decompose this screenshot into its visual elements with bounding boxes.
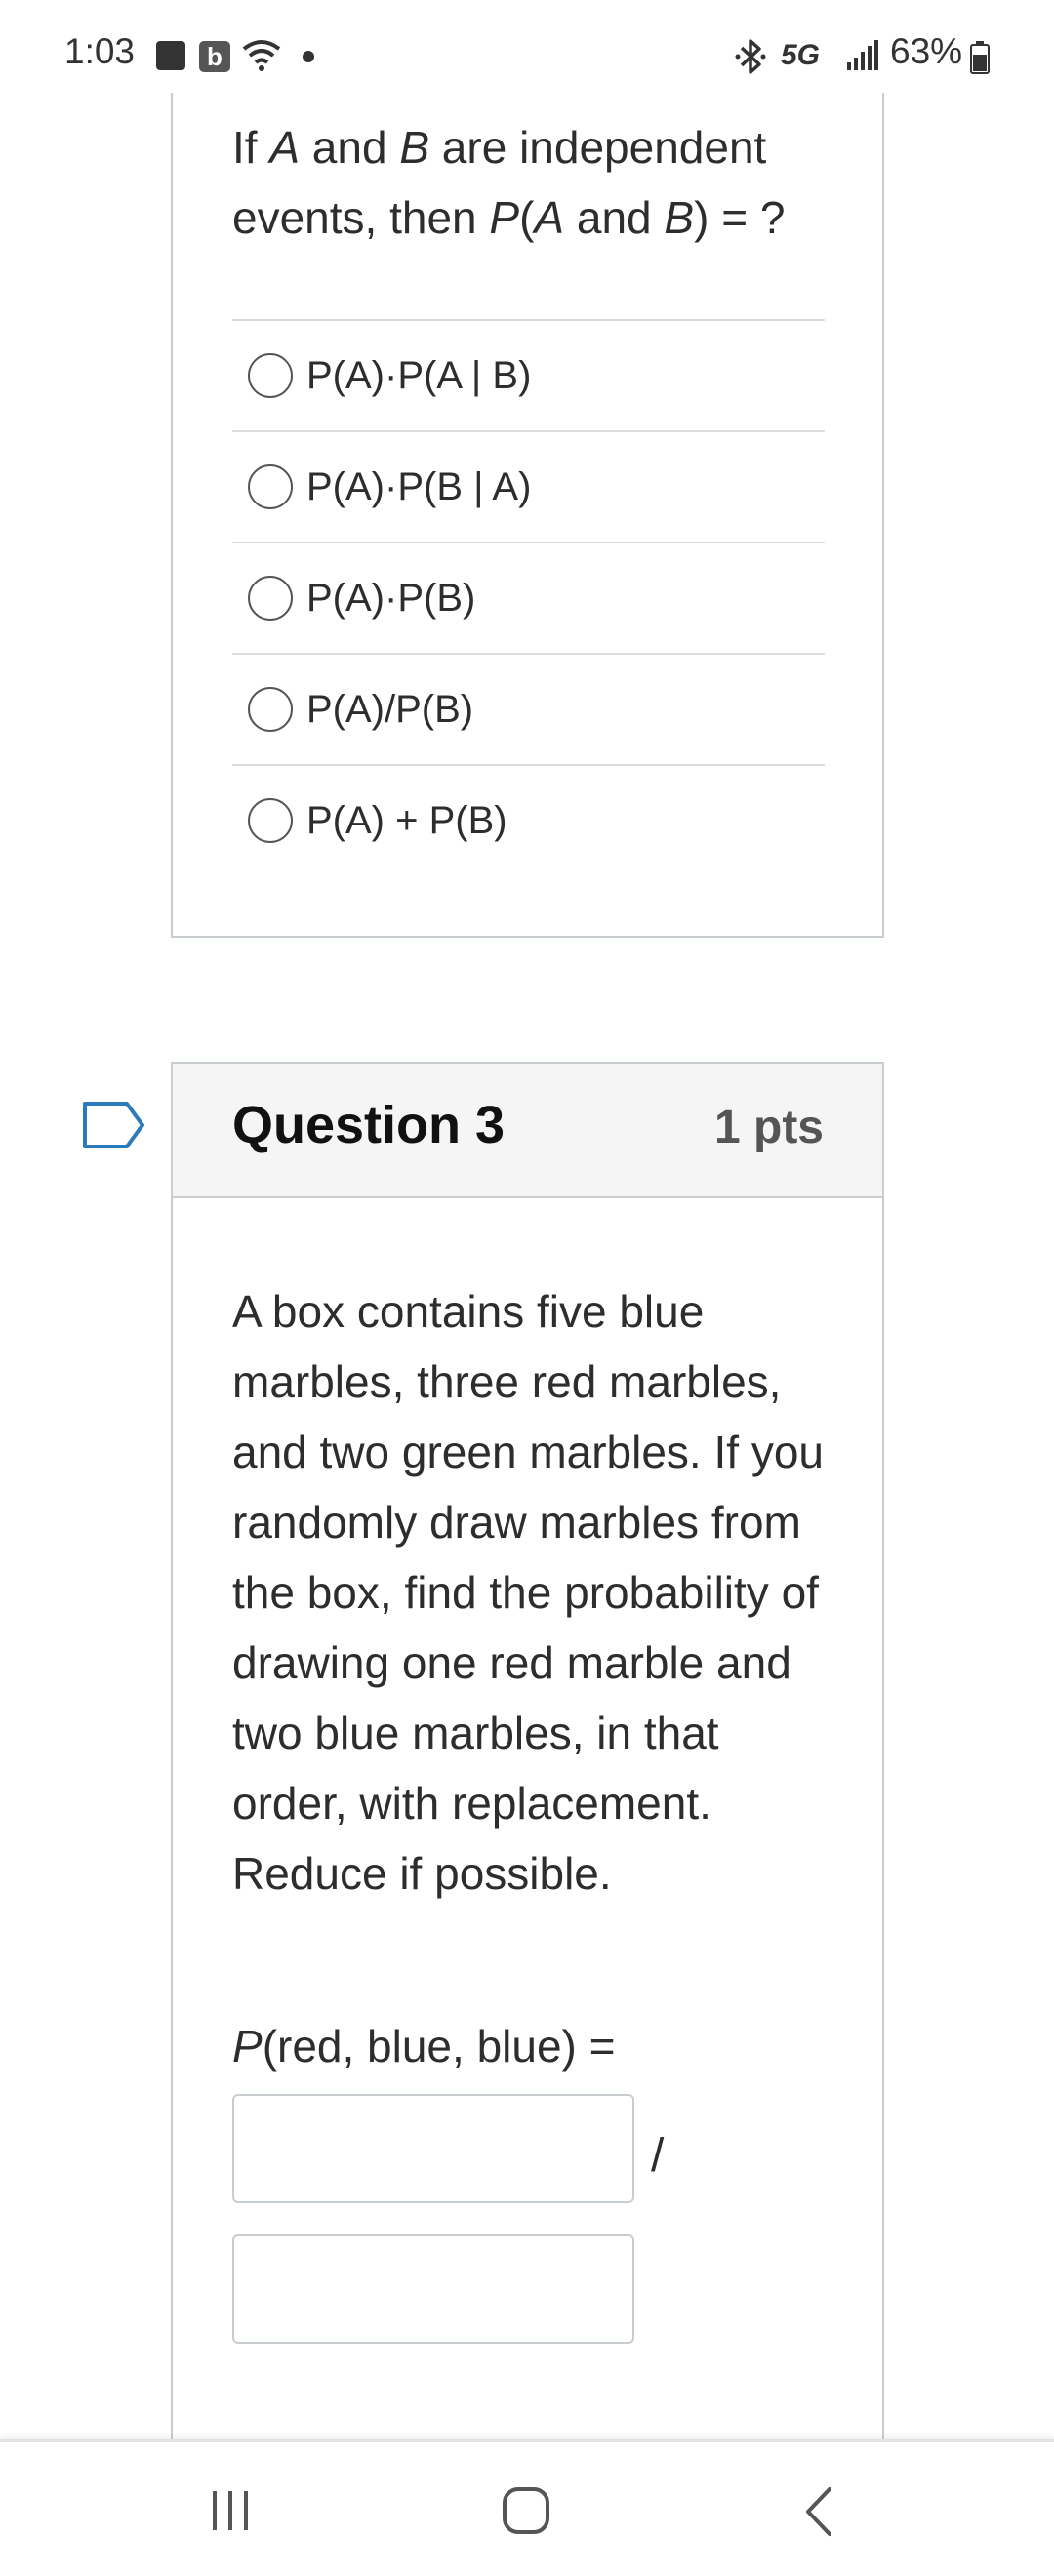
gallery-icon	[156, 41, 185, 70]
radio-button[interactable]	[248, 576, 293, 621]
answer-option-1[interactable]: P(A)·P(A | B)	[232, 319, 825, 430]
question-2-prompt: If A and B are independent events, then …	[232, 122, 786, 243]
notification-dot-icon	[303, 51, 314, 62]
answer-label: P(A)·P(B | A)	[306, 465, 532, 508]
home-icon[interactable]	[501, 2485, 553, 2543]
status-time: 1:03	[64, 31, 136, 71]
b-app-icon: b	[199, 41, 230, 72]
bluetooth-icon	[734, 37, 767, 81]
battery-icon	[970, 41, 990, 79]
system-nav-bar	[0, 2439, 1054, 2576]
back-icon[interactable]	[802, 2485, 835, 2543]
question-3-header: Question 3 1 pts	[173, 1064, 882, 1198]
answer-option-5[interactable]: P(A) + P(B)	[232, 764, 825, 871]
denominator-input[interactable]	[232, 2234, 634, 2344]
network-type-label: 5G	[781, 39, 821, 71]
question-points: 1 pts	[713, 1102, 824, 1153]
signal-icon	[847, 39, 882, 75]
question-3-card: Question 3 1 pts A box contains five blu…	[171, 1062, 884, 2447]
question-3-prompt: A box contains five blue marbles, three …	[232, 1286, 824, 1899]
battery-percent: 63%	[890, 31, 963, 71]
numerator-input[interactable]	[232, 2094, 634, 2203]
probability-label: P(red, blue, blue) =	[232, 2020, 616, 2073]
answer-option-2[interactable]: P(A)·P(B | A)	[232, 430, 825, 542]
radio-button[interactable]	[248, 687, 293, 732]
answer-label: P(A)·P(B)	[306, 577, 476, 620]
answer-option-3[interactable]: P(A)·P(B)	[232, 542, 825, 653]
question-2-card: If A and B are independent events, then …	[171, 93, 884, 938]
fraction-slash: /	[651, 2130, 665, 2182]
question-2-answer-list: P(A)·P(A | B) P(A)·P(B | A) P(A)·P(B) P(…	[232, 319, 825, 871]
probability-label-p: P	[232, 2021, 263, 2072]
recents-icon[interactable]	[207, 2485, 254, 2537]
radio-button[interactable]	[248, 798, 293, 843]
wifi-icon	[242, 37, 281, 77]
radio-button[interactable]	[248, 464, 293, 509]
answer-label: P(A)/P(B)	[306, 688, 474, 731]
answer-label: P(A) + P(B)	[306, 799, 507, 842]
flag-question-icon[interactable]	[82, 1101, 146, 1154]
probability-label-text: (red, blue, blue) =	[262, 2021, 616, 2072]
answer-label: P(A)·P(A | B)	[306, 354, 532, 397]
radio-button[interactable]	[248, 353, 293, 398]
answer-option-4[interactable]: P(A)/P(B)	[232, 653, 825, 764]
question-title: Question 3	[232, 1096, 506, 1154]
